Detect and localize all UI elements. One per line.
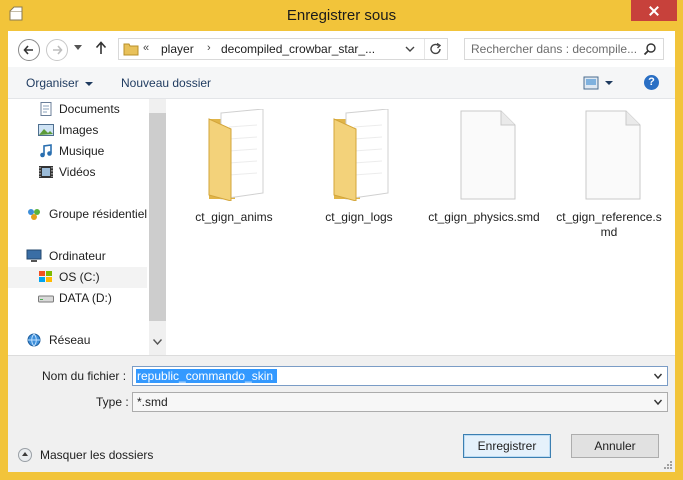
images-icon xyxy=(38,124,54,136)
filename-label: Nom du fichier : xyxy=(42,369,127,383)
navigation-pane: Documents Images Musique Vidéos Groupe r… xyxy=(8,99,149,355)
nav-item-videos[interactable]: Vidéos xyxy=(8,162,147,183)
breadcrumb-player[interactable]: player xyxy=(161,42,194,56)
nav-label: Groupe résidentiel xyxy=(49,207,148,221)
breadcrumb-separator-icon[interactable]: › xyxy=(207,42,211,54)
organize-label: Organiser xyxy=(26,76,79,90)
address-row: « player › decompiled_crowbar_star_... R… xyxy=(8,31,675,67)
nav-label: Documents xyxy=(59,102,120,116)
refresh-icon[interactable] xyxy=(424,39,447,59)
view-options-icon[interactable] xyxy=(583,76,599,90)
recent-locations-icon[interactable] xyxy=(74,45,82,50)
close-button[interactable] xyxy=(631,0,677,21)
nav-item-drive-c[interactable]: OS (C:) xyxy=(8,267,147,288)
file-list[interactable]: ct_gign_anims ct_gign_logs ct_gign_physi… xyxy=(166,99,675,355)
nav-item-computer[interactable]: Ordinateur xyxy=(8,246,147,267)
nav-item-network[interactable]: Réseau xyxy=(8,330,147,351)
collapse-icon xyxy=(18,448,32,462)
network-icon xyxy=(27,333,41,347)
nav-label: Images xyxy=(59,123,99,137)
hide-folders-label: Masquer les dossiers xyxy=(40,448,154,462)
save-button[interactable]: Enregistrer xyxy=(463,434,551,458)
organize-menu[interactable]: Organiser xyxy=(26,76,93,90)
folder-icon xyxy=(208,109,264,201)
folder-icon xyxy=(123,43,139,56)
cancel-button[interactable]: Annuler xyxy=(571,434,659,458)
homegroup-icon xyxy=(28,209,40,220)
view-dropdown-icon[interactable] xyxy=(605,81,613,85)
nav-label: Ordinateur xyxy=(49,249,106,263)
chevron-down-icon xyxy=(84,81,93,86)
window-title: Enregistrer sous xyxy=(286,7,397,24)
folder-item[interactable]: ct_gign_anims xyxy=(178,105,290,235)
nav-item-music[interactable]: Musique xyxy=(8,141,147,162)
type-label: Type : xyxy=(96,395,129,409)
nav-label: Musique xyxy=(59,144,105,158)
videos-icon xyxy=(39,166,53,178)
documents-icon xyxy=(40,102,52,116)
nav-item-documents[interactable]: Documents xyxy=(8,99,147,120)
command-bar: Organiser Nouveau dossier ? xyxy=(8,67,675,99)
breadcrumb-overflow[interactable]: « xyxy=(143,42,149,54)
nav-item-drive-d[interactable]: DATA (D:) xyxy=(8,288,147,309)
file-item[interactable]: ct_gign_reference.smd xyxy=(553,105,665,239)
filename-field[interactable]: republic_commando_skin xyxy=(137,369,273,383)
computer-icon xyxy=(26,249,42,262)
drive-c-icon xyxy=(39,271,52,282)
nav-label: OS (C:) xyxy=(59,270,100,284)
save-form: Nom du fichier : republic_commando_skin … xyxy=(8,355,675,472)
save-as-dialog: Enregistrer sous « player › decompiled_c… xyxy=(0,0,683,480)
music-icon xyxy=(40,144,52,158)
nav-label: Vidéos xyxy=(59,165,96,179)
type-value: *.smd xyxy=(137,395,168,409)
forward-button[interactable] xyxy=(46,39,68,61)
back-button[interactable] xyxy=(18,39,40,61)
document-icon xyxy=(585,110,641,200)
scroll-down-icon[interactable] xyxy=(153,339,162,345)
nav-label: DATA (D:) xyxy=(59,291,112,305)
search-input[interactable]: Rechercher dans : decompile... xyxy=(471,42,637,56)
folder-icon xyxy=(333,109,389,201)
new-folder-button[interactable]: Nouveau dossier xyxy=(121,76,211,90)
dialog-body: « player › decompiled_crowbar_star_... R… xyxy=(8,31,675,472)
breadcrumb-current[interactable]: decompiled_crowbar_star_... xyxy=(221,42,375,56)
filename-combo[interactable]: republic_commando_skin xyxy=(132,366,668,386)
drive-d-icon xyxy=(38,295,54,303)
chevron-down-icon[interactable] xyxy=(653,397,663,407)
scrollbar-thumb[interactable] xyxy=(149,113,166,321)
title-bar[interactable]: Enregistrer sous xyxy=(0,0,683,32)
nav-item-images[interactable]: Images xyxy=(8,120,147,141)
nav-item-homegroup[interactable]: Groupe résidentiel xyxy=(8,204,147,225)
file-name: ct_gign_reference.smd xyxy=(556,210,662,239)
address-dropdown-icon[interactable] xyxy=(401,41,419,57)
file-name: ct_gign_anims xyxy=(195,210,273,224)
search-icon[interactable] xyxy=(643,42,657,56)
nav-label: Réseau xyxy=(49,333,91,347)
type-select[interactable]: *.smd xyxy=(132,392,668,412)
nav-scrollbar[interactable] xyxy=(149,99,166,355)
file-name: ct_gign_logs xyxy=(325,210,393,224)
document-icon xyxy=(460,110,516,200)
resize-grip-icon[interactable] xyxy=(663,460,673,470)
search-box[interactable]: Rechercher dans : decompile... xyxy=(464,38,664,60)
help-icon[interactable]: ? xyxy=(644,75,659,90)
file-name: ct_gign_physics.smd xyxy=(428,210,540,224)
chevron-down-icon[interactable] xyxy=(653,371,663,381)
up-arrow-icon[interactable] xyxy=(95,41,107,55)
folder-item[interactable]: ct_gign_logs xyxy=(303,105,415,235)
file-item[interactable]: ct_gign_physics.smd xyxy=(428,105,540,235)
address-bar[interactable]: « player › decompiled_crowbar_star_... xyxy=(118,38,448,60)
